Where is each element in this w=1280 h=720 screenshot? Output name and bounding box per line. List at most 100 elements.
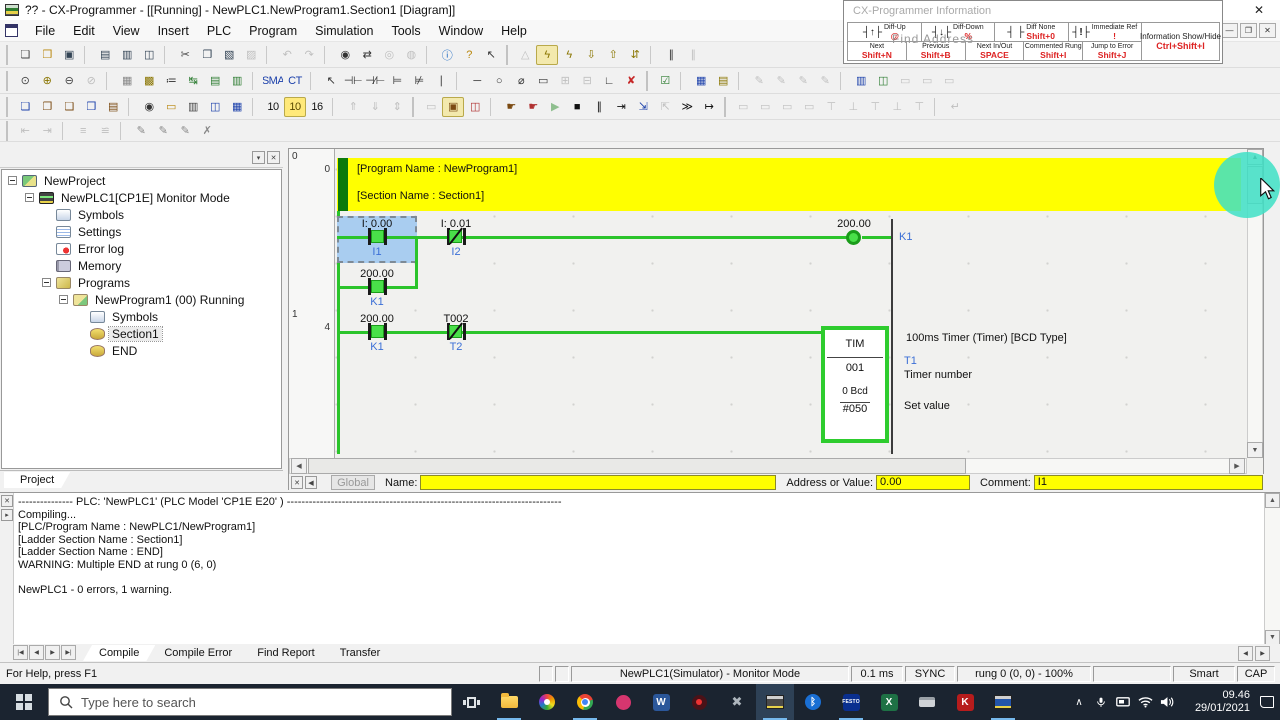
tab-scroll-button-left[interactable]: ◀ <box>1238 646 1253 661</box>
toolbar-button-window-prev[interactable]: ❑ <box>58 97 80 117</box>
toolbar-button-force-off[interactable]: ⊥ <box>842 97 864 117</box>
toolbar-button-delete-line[interactable]: ✘ <box>620 71 642 91</box>
toolbar-button-monitor-mode[interactable]: ▣ <box>442 96 464 117</box>
toolbar-button-new-coil[interactable]: ○ <box>488 71 510 91</box>
start-button[interactable] <box>0 684 48 720</box>
menu-item[interactable]: Tools <box>382 22 429 40</box>
toolbar-button-instruction-down[interactable]: ⊟ <box>576 71 598 91</box>
toolbar-button-continuous-step-run[interactable]: ≫ <box>676 97 698 117</box>
toolbar-button-transfer-to-plc[interactable]: ⇩ <box>580 45 602 65</box>
notifications-icon[interactable] <box>1254 684 1280 720</box>
toolbar-button-symbol-bar[interactable]: SMA <box>262 71 284 91</box>
expander-icon[interactable] <box>8 176 17 185</box>
toolbar-button-memory-view[interactable]: ▤ <box>712 71 734 91</box>
toolbar-button-program-check[interactable]: ☑ <box>654 71 676 91</box>
toolbar-button-symbol-table[interactable]: ▦ <box>690 71 712 91</box>
toolbar-button-diff-down-tool[interactable]: ⇓ <box>364 97 386 117</box>
toolbar-button-align-clear[interactable]: ≌ <box>94 121 116 141</box>
toolbar-button-open-file[interactable]: ❒ <box>36 45 58 65</box>
toolbar-button-break-point[interactable]: ☛ <box>522 97 544 117</box>
tree-item-end[interactable]: END <box>2 342 281 359</box>
toolbar-button-help[interactable]: ? <box>458 45 480 65</box>
paint-icon[interactable] <box>528 684 566 720</box>
menu-item[interactable]: Help <box>492 22 536 40</box>
toolbar-button-select-mode[interactable]: ↖ <box>320 71 342 91</box>
toolbar-button-context-help[interactable]: ↖ <box>480 45 502 65</box>
menu-item[interactable]: Program <box>240 22 306 40</box>
toolbar-button-print[interactable]: ▥ <box>116 45 138 65</box>
expand-icon[interactable]: ▸ <box>1 509 13 521</box>
toolbar-button-online-edit-send[interactable]: ▭ <box>754 97 776 117</box>
mdi-child-button-minimize[interactable]: — <box>1221 23 1238 38</box>
scroll-left-icon[interactable]: ◀ <box>291 458 307 474</box>
tree-item-newprogram1[interactable]: NewProgram1 (00) Running <box>2 291 281 308</box>
comment-input[interactable]: I1 <box>1033 475 1263 490</box>
toolbar-button-instruction-up[interactable]: ⊞ <box>554 71 576 91</box>
toolbar-button-find-binocular[interactable]: ◉ <box>138 97 160 117</box>
menu-item[interactable]: File <box>26 22 64 40</box>
toolbar-button-window-a[interactable]: ▭ <box>894 71 916 91</box>
toolbar-button-new-or-closed-contact[interactable]: ⊭ <box>408 71 430 91</box>
toolbar-button-align-left[interactable]: ≡ <box>72 121 94 141</box>
menu-item[interactable]: PLC <box>198 22 240 40</box>
toolbar-button-online-edit-go[interactable]: ▭ <box>798 97 820 117</box>
toolbar-button-replace[interactable]: ⇄ <box>356 45 378 65</box>
name-input[interactable] <box>420 475 777 490</box>
toolbar-button-edit-note[interactable]: ✎ <box>748 71 770 91</box>
output-tab-transfer[interactable]: Transfer <box>324 645 397 661</box>
tree-item-programs[interactable]: Programs <box>2 274 281 291</box>
toolbar-button-online-edit-rungs[interactable]: ▭ <box>732 97 754 117</box>
toolbar-button-marker-pen-1[interactable]: ✎ <box>130 121 152 141</box>
back-icon[interactable]: ◀ <box>305 476 317 489</box>
snip-app-icon[interactable] <box>604 684 642 720</box>
display-icon[interactable] <box>1112 684 1134 720</box>
toolbar-button-indent[interactable]: ⇤ <box>14 121 36 141</box>
toolbar-button-new-closed-contact[interactable]: ⊣∕⊢ <box>364 71 386 91</box>
toolbar-button-stop-simulation[interactable]: ■ <box>566 97 588 117</box>
festo-icon[interactable]: FESTO <box>832 684 870 720</box>
output-vscrollbar[interactable]: ▲ ▼ <box>1264 493 1280 645</box>
cx-simulator-icon[interactable] <box>984 684 1022 720</box>
toolbar-button-show-comments[interactable]: ▭ <box>160 97 182 117</box>
toolbar-button-pause-monitor[interactable]: ∥ <box>660 45 682 65</box>
toolbar-button-address-reference[interactable]: ▦ <box>226 97 248 117</box>
toolbar-button-zoom-in[interactable]: ⊕ <box>36 71 58 91</box>
toolbar-button-edit-cancel[interactable]: ✎ <box>770 71 792 91</box>
toolbar-button-outdent[interactable]: ⇥ <box>36 121 58 141</box>
toolbar-button-grid[interactable]: ▦ <box>116 71 138 91</box>
tray-chevron-icon[interactable]: ∧ <box>1068 684 1090 720</box>
toolbar-button-io-comment-view[interactable]: ▩ <box>138 71 160 91</box>
toolbar-button-window-c[interactable]: ▭ <box>938 71 960 91</box>
toolbar-button-diff-up-tool[interactable]: ⇑ <box>342 97 364 117</box>
dropdown-icon[interactable]: ▾ <box>252 151 265 164</box>
toolbar-button-line-connect[interactable]: ∟ <box>598 71 620 91</box>
toolbar-button-diff-monitor[interactable]: ⇕ <box>386 97 408 117</box>
toolbar-button-paste[interactable]: ▧ <box>218 45 240 65</box>
toolbar-button-return-jump[interactable]: ↵ <box>944 97 966 117</box>
toolbar-button-window-b[interactable]: ▭ <box>916 71 938 91</box>
toolbar-button-horizontal-line[interactable]: ─ <box>466 71 488 91</box>
toolbar-button-find[interactable]: ◉ <box>334 45 356 65</box>
mdi-child-button-close[interactable]: ✕ <box>1259 23 1276 38</box>
media-app-icon[interactable] <box>680 684 718 720</box>
toolbar-button-marker-pen-2[interactable]: ✎ <box>152 121 174 141</box>
toolbar-button-new-instruction[interactable]: ▭ <box>532 71 554 91</box>
toolbar-button-edit-send[interactable]: ✎ <box>814 71 836 91</box>
close-icon[interactable]: ✕ <box>1 495 13 507</box>
tree-item-section1[interactable]: Section1 <box>2 325 281 342</box>
toolbar-button-window-cascade[interactable]: ❏ <box>14 97 36 117</box>
toolbar-button-monitor-window[interactable]: ▭ <box>420 97 442 117</box>
toolbar-button-new-closed-coil[interactable]: ⌀ <box>510 71 532 91</box>
toolbar-button-edit-ok[interactable]: ✎ <box>792 71 814 91</box>
menu-item[interactable]: Insert <box>149 22 198 40</box>
menu-item[interactable]: Window <box>430 22 492 40</box>
microphone-icon[interactable] <box>1090 684 1112 720</box>
tree-item-newplc1[interactable]: NewPLC1[CP1E] Monitor Mode <box>2 189 281 206</box>
tab-scroll-button-right[interactable]: ▶ <box>1255 646 1270 661</box>
tree-item-memory[interactable]: Memory <box>2 257 281 274</box>
toolbar-button-marker-clear[interactable]: ✗ <box>196 121 218 141</box>
toolbar-button-monitor-signed-decimal[interactable]: 10 <box>284 96 306 117</box>
tim-instruction-block[interactable]: TIM 001 0 Bcd #050 <box>821 326 889 443</box>
toolbar-button-pause[interactable]: ∥ <box>682 45 704 65</box>
close-icon[interactable]: ✕ <box>291 476 303 489</box>
